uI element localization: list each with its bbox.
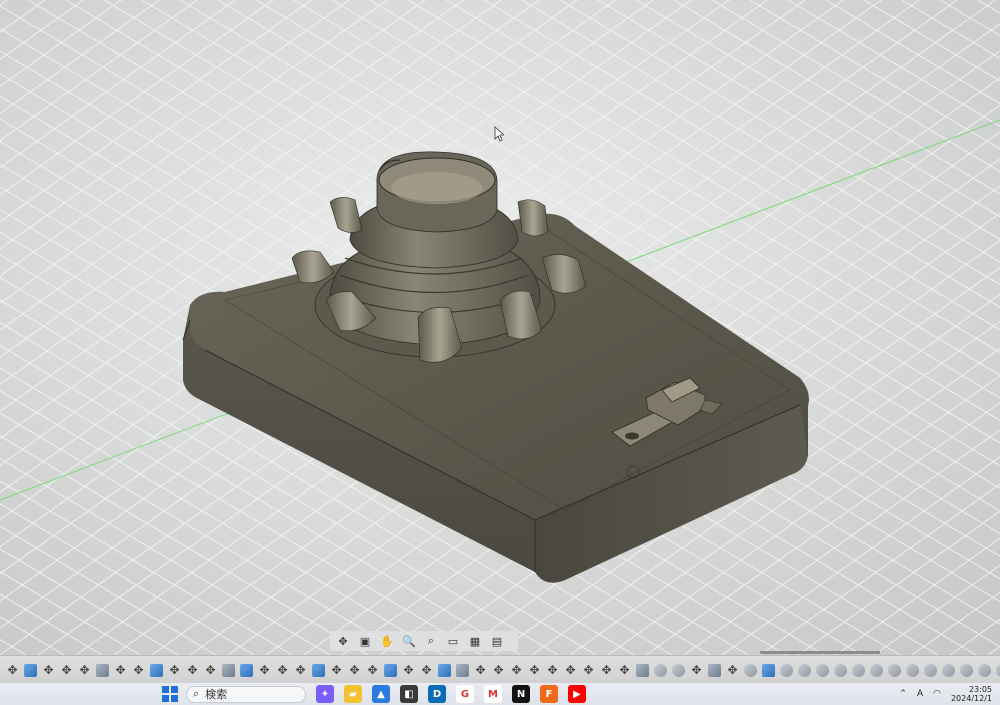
timeline-move-icon[interactable]: ✥: [618, 663, 631, 677]
timeline-sketch-icon[interactable]: [222, 663, 235, 677]
mouse-cursor-icon: [494, 126, 504, 142]
windows-start-button[interactable]: [162, 686, 178, 702]
timeline-move-icon[interactable]: ✥: [186, 663, 199, 677]
viewport-canvas[interactable]: [0, 0, 1000, 655]
timeline-move-icon[interactable]: ✥: [546, 663, 559, 677]
timeline-move-icon[interactable]: ✥: [258, 663, 271, 677]
timeline-feature-icon[interactable]: [798, 663, 811, 677]
timeline-move-icon[interactable]: ✥: [510, 663, 523, 677]
timeline-move-icon[interactable]: ✥: [492, 663, 505, 677]
timeline-sketch-icon[interactable]: [96, 663, 109, 677]
timeline-move-icon[interactable]: ✥: [474, 663, 487, 677]
timeline-move-icon[interactable]: ✥: [294, 663, 307, 677]
timeline-move-icon[interactable]: ✥: [42, 663, 55, 677]
timeline-move-icon[interactable]: ✥: [6, 663, 19, 677]
timeline-body-icon[interactable]: [24, 663, 37, 677]
timeline-sketch-icon[interactable]: [456, 663, 469, 677]
timeline-feature-icon[interactable]: [906, 663, 919, 677]
timeline-feature-icon[interactable]: [834, 663, 847, 677]
photos-icon[interactable]: ▲: [372, 685, 390, 703]
search-placeholder: 検索: [205, 688, 228, 701]
display-icon[interactable]: ▭: [444, 633, 462, 649]
timeline-feature-icon[interactable]: [960, 663, 973, 677]
timeline-body-icon[interactable]: [312, 663, 325, 677]
pinned-apps: ✦ ▰ ▲ ◧ D G M N F ▶: [306, 685, 586, 703]
fusion-icon[interactable]: F: [540, 685, 558, 703]
clock-time: 23:05: [968, 685, 992, 694]
youtube-icon[interactable]: ▶: [568, 685, 586, 703]
search-icon: ⌕: [193, 687, 200, 700]
orbit-icon[interactable]: ✥: [334, 633, 352, 649]
timeline-move-icon[interactable]: ✥: [726, 663, 739, 677]
pan-icon[interactable]: ✋: [378, 633, 396, 649]
timeline-move-icon[interactable]: ✥: [78, 663, 91, 677]
timeline-move-icon[interactable]: ✥: [690, 663, 703, 677]
timeline-move-icon[interactable]: ✥: [420, 663, 433, 677]
timeline-feature-icon[interactable]: [780, 663, 793, 677]
timeline-move-icon[interactable]: ✥: [60, 663, 73, 677]
viewports-icon[interactable]: ▤: [488, 633, 506, 649]
ime-indicator[interactable]: A: [917, 689, 923, 699]
timeline-move-icon[interactable]: ✥: [402, 663, 415, 677]
timeline-move-icon[interactable]: ✥: [348, 663, 361, 677]
netflix-icon[interactable]: N: [512, 685, 530, 703]
zoom-icon[interactable]: 🔍: [400, 633, 418, 649]
timeline-move-icon[interactable]: ✥: [366, 663, 379, 677]
timeline-move-icon[interactable]: ✥: [600, 663, 613, 677]
grid-icon[interactable]: ▦: [466, 633, 484, 649]
timeline-sketch-icon[interactable]: [636, 663, 649, 677]
timeline-feature-icon[interactable]: [816, 663, 829, 677]
wifi-icon[interactable]: ◠: [933, 689, 941, 699]
fit-icon[interactable]: ⌕: [422, 633, 440, 649]
timeline-feature-icon[interactable]: [852, 663, 865, 677]
timeline-body-icon[interactable]: [762, 663, 775, 677]
copilot-icon[interactable]: ✦: [316, 685, 334, 703]
google-icon[interactable]: G: [456, 685, 474, 703]
timeline-body-icon[interactable]: [438, 663, 451, 677]
navigation-toolbar: ✥ ▣ ✋ 🔍 ⌕ ▭ ▦ ▤: [330, 631, 518, 651]
timeline-body-icon[interactable]: [384, 663, 397, 677]
cad-viewport[interactable]: [0, 0, 1000, 705]
timeline-move-icon[interactable]: ✥: [168, 663, 181, 677]
timeline-feature-icon[interactable]: [870, 663, 883, 677]
clock-date: 2024/12/1: [950, 694, 992, 703]
timeline-sketch-icon[interactable]: [708, 663, 721, 677]
timeline-move-icon[interactable]: ✥: [564, 663, 577, 677]
chevron-up-icon[interactable]: ⌃: [899, 689, 907, 699]
design-timeline[interactable]: ✥ ✥ ✥ ✥ ✥ ✥ ✥ ✥ ✥ ✥ ✥ ✥ ✥ ✥ ✥ ✥ ✥ ✥ ✥ ✥ ✥ ✥ ✥ ✥ ✥ ✥ ✥ ✥: [0, 655, 1000, 684]
timeline-move-icon[interactable]: ✥: [204, 663, 217, 677]
taskbar-search-input[interactable]: ⌕ 検索: [186, 685, 306, 703]
timeline-position-marker[interactable]: [760, 651, 880, 654]
timeline-move-icon[interactable]: ✥: [276, 663, 289, 677]
gmail-icon[interactable]: M: [484, 685, 502, 703]
timeline-feature-icon[interactable]: [924, 663, 937, 677]
timeline-feature-icon[interactable]: [888, 663, 901, 677]
store-icon[interactable]: ◧: [400, 685, 418, 703]
timeline-move-icon[interactable]: ✥: [582, 663, 595, 677]
timeline-move-icon[interactable]: ✥: [132, 663, 145, 677]
windows-taskbar: ⌕ 検索 ✦ ▰ ▲ ◧ D G M N F ▶ ⌃ A ◠ 23:05 2024/12/1: [0, 683, 1000, 705]
timeline-move-icon[interactable]: ✥: [528, 663, 541, 677]
look-at-icon[interactable]: ▣: [356, 633, 374, 649]
timeline-feature-icon[interactable]: [744, 663, 757, 677]
clock[interactable]: 23:05 2024/12/1: [951, 685, 992, 703]
timeline-move-icon[interactable]: ✥: [330, 663, 343, 677]
dell-icon[interactable]: D: [428, 685, 446, 703]
timeline-feature-icon[interactable]: [654, 663, 667, 677]
timeline-feature-icon[interactable]: [942, 663, 955, 677]
system-tray: ⌃ A ◠ 23:05 2024/12/1: [899, 683, 992, 705]
timeline-feature-icon[interactable]: [978, 663, 991, 677]
timeline-move-icon[interactable]: ✥: [114, 663, 127, 677]
timeline-feature-icon[interactable]: [672, 663, 685, 677]
folder-icon[interactable]: ▰: [344, 685, 362, 703]
timeline-body-icon[interactable]: [150, 663, 163, 677]
timeline-feature-icon[interactable]: [996, 663, 1000, 677]
timeline-body-icon[interactable]: [240, 663, 253, 677]
